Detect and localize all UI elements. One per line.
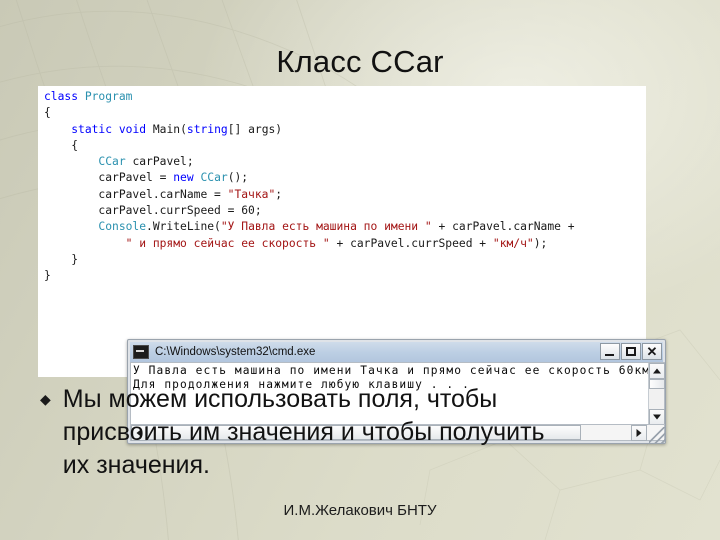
code-token-currspeed-line: carPavel.currSpeed = 60; [98, 204, 262, 218]
slide-footer: И.М.Желакович БНТУ [283, 502, 437, 519]
code-token-class-keyword: class [44, 90, 79, 103]
vertical-scroll-thumb[interactable] [649, 379, 665, 389]
resize-grip[interactable] [649, 427, 665, 443]
code-token-close-brace-inner: } [71, 252, 79, 266]
code-token-carpavel-decl: carPavel; [125, 155, 194, 169]
code-token-program-type: Program [84, 90, 133, 103]
code-panel: class Program { static void Main(string[… [38, 86, 666, 444]
console-window-buttons: ✕ [600, 343, 662, 360]
minimize-button[interactable] [600, 343, 620, 360]
code-listing: class Program { static void Main(string[… [44, 89, 575, 285]
code-token-concat-1: + carPavel.carName + [431, 220, 575, 234]
cmd-icon [133, 345, 149, 359]
code-token-output-string-3: "км/ч" [492, 236, 534, 250]
chevron-down-icon [653, 414, 661, 420]
maximize-icon [626, 347, 636, 356]
console-titlebar[interactable]: C:\Windows\system32\cmd.exe ✕ [130, 342, 663, 362]
code-token-ccar-type-ctor: CCar [200, 171, 228, 185]
code-token-output-string-2: " и прямо сейчас ее скорость " [125, 236, 330, 250]
code-token-open-brace-inner: { [71, 138, 79, 152]
bullet-text: Мы можем использовать поля, чтобы присво… [62, 385, 545, 479]
slide-canvas: Класс CCar class Program { static void M… [0, 0, 720, 540]
code-token-void-keyword: void [118, 122, 147, 136]
code-token-string-keyword: string [186, 122, 228, 136]
chevron-up-icon [653, 368, 661, 374]
scroll-up-button[interactable] [649, 363, 665, 379]
bullet-marker-icon: ◆ [40, 391, 51, 407]
bullet-list: ◆ Мы можем использовать поля, чтобы прис… [40, 383, 640, 482]
code-token-ctor-tail: (); [227, 171, 249, 185]
code-token-carname-string: "Тачка" [227, 187, 276, 201]
code-token-writeline: .WriteLine( [146, 220, 221, 234]
close-icon: ✕ [646, 344, 658, 359]
code-token-new-keyword: new [173, 171, 194, 185]
code-token-console-type: Console [98, 220, 147, 234]
code-token-args: [] args) [227, 122, 283, 136]
code-token-ccar-type-decl: CCar [98, 155, 126, 169]
code-token-carname-tail: ; [275, 187, 283, 201]
code-token-close-brace: } [44, 269, 51, 283]
scroll-down-button[interactable] [649, 409, 665, 425]
code-token-concat-2: + carPavel.currSpeed + [329, 236, 493, 250]
code-token-static-keyword: static [71, 122, 113, 136]
vertical-scrollbar[interactable] [648, 363, 665, 425]
code-token-close-call: ); [533, 236, 548, 250]
maximize-button[interactable] [621, 343, 641, 360]
minimize-icon [605, 354, 614, 356]
console-title-text: C:\Windows\system32\cmd.exe [155, 346, 316, 358]
code-token-output-string-1: "У Павла есть машина по имени " [220, 220, 432, 234]
page-title: Класс CCar [276, 44, 444, 79]
code-token-open-brace: { [44, 106, 51, 120]
code-token-main: Main( [152, 122, 187, 136]
code-token-carname-head: carPavel.carName = [98, 187, 228, 201]
console-output-line-1: У Павла есть машина по имени Тачка и пря… [133, 364, 649, 377]
close-button[interactable]: ✕ [642, 343, 662, 360]
code-token-assign-head: carPavel = [98, 171, 174, 185]
